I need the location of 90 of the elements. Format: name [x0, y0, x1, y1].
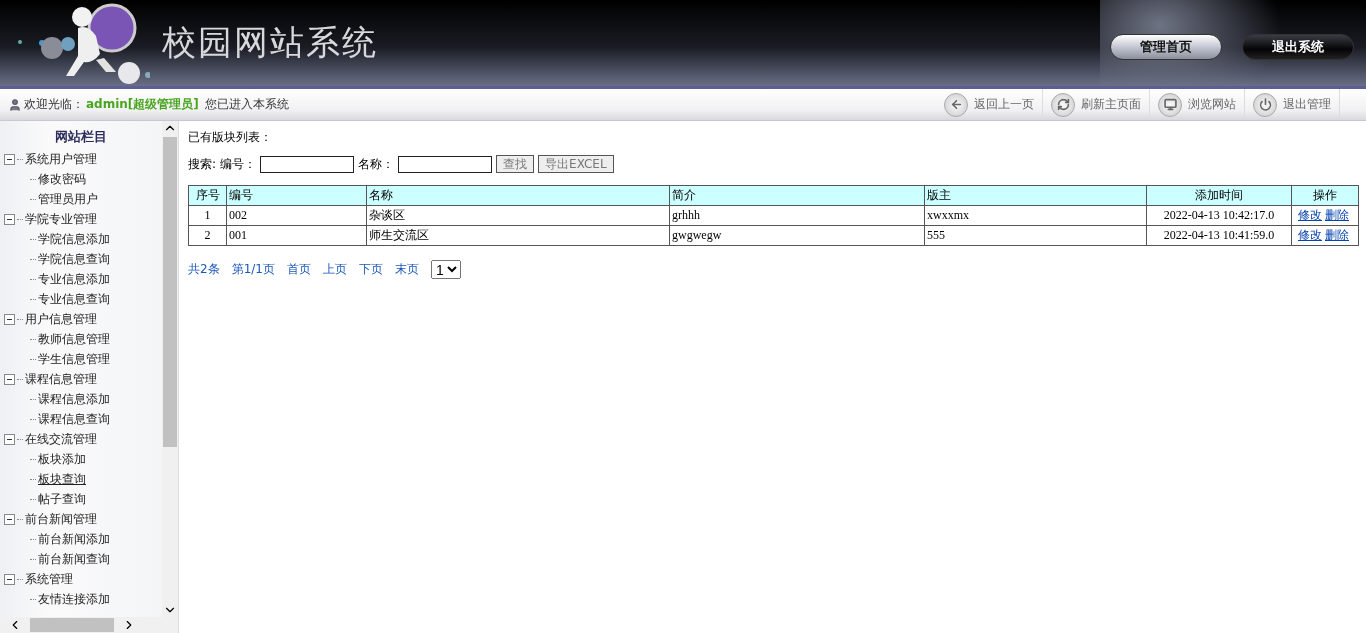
tree-item[interactable]: 管理员用户	[38, 190, 98, 208]
tree-item[interactable]: 前台新闻添加	[38, 530, 110, 548]
welcome-message: 您已进入本系统	[204, 96, 289, 113]
table-cell: grhhh	[669, 205, 925, 226]
welcome-label: 欢迎光临：	[24, 96, 84, 113]
user-icon	[8, 97, 22, 112]
tree-group[interactable]: 前台新闻管理	[0, 509, 162, 529]
table-cell: 1	[188, 205, 227, 226]
edit-link[interactable]: 修改	[1298, 228, 1322, 242]
tree-item[interactable]: 帖子查询	[38, 490, 86, 508]
tree-group[interactable]: 在线交流管理	[0, 429, 162, 449]
column-header: 添加时间	[1146, 185, 1292, 206]
tree-group[interactable]: 用户信息管理	[0, 309, 162, 329]
field-label: 编号：	[220, 155, 257, 173]
table-cell: xwxxmx	[924, 205, 1147, 226]
edit-link[interactable]: 修改	[1298, 208, 1322, 222]
collapse-icon[interactable]	[4, 573, 15, 585]
toolbar-link[interactable]: 退出管理	[1245, 89, 1340, 120]
header-button[interactable]: 管理首页	[1110, 34, 1222, 60]
delete-link[interactable]: 删除	[1325, 208, 1349, 222]
tree-item[interactable]: 教师信息管理	[38, 330, 110, 348]
tree-item[interactable]: 学生信息管理	[38, 350, 110, 368]
column-header: 编号	[226, 185, 367, 206]
column-header: 操作	[1291, 185, 1359, 206]
tree-item[interactable]: 专业信息查询	[38, 290, 110, 308]
toolbar-link[interactable]: 刷新主页面	[1043, 89, 1150, 120]
export-button[interactable]: 导出EXCEL	[538, 155, 614, 173]
group-label: 课程信息管理	[25, 370, 97, 388]
collapse-icon[interactable]	[4, 433, 15, 445]
sidebar-title: 网站栏目	[54, 128, 108, 146]
tree-item[interactable]: 友情连接添加	[38, 590, 110, 608]
tree-item[interactable]: 学院信息查询	[38, 250, 110, 268]
collapse-icon[interactable]	[4, 513, 15, 525]
tree-item[interactable]: 课程信息查询	[38, 410, 110, 428]
pagination-link[interactable]: 末页	[394, 261, 419, 278]
toolbar-link[interactable]: 浏览网站	[1150, 89, 1245, 120]
table-cell: 555	[924, 225, 1147, 246]
refresh-icon	[1051, 92, 1075, 117]
header-button[interactable]: 退出系统	[1242, 34, 1354, 60]
tree-group[interactable]: 学院专业管理	[0, 209, 162, 229]
tree-item[interactable]: 专业信息添加	[38, 270, 110, 288]
search-button[interactable]: 查找	[496, 155, 535, 173]
collapse-icon[interactable]	[4, 153, 15, 165]
table-cell: 001	[226, 225, 367, 246]
table-cell: 002	[226, 205, 367, 226]
group-label: 用户信息管理	[25, 310, 97, 328]
search-field[interactable]	[260, 155, 355, 173]
pagination-link[interactable]: 第1/1页	[231, 261, 275, 278]
group-label: 学院专业管理	[25, 210, 97, 228]
delete-link[interactable]: 删除	[1325, 228, 1349, 242]
tree-item[interactable]: 学院信息添加	[38, 230, 110, 248]
page-select[interactable]: 1	[430, 260, 461, 279]
monitor-icon	[1158, 92, 1182, 117]
tree-item[interactable]: 课程信息添加	[38, 390, 110, 408]
group-label: 系统用户管理	[25, 150, 97, 168]
tree-group[interactable]: 系统用户管理	[0, 149, 162, 169]
tree-item[interactable]: 板块查询	[38, 470, 86, 488]
column-header: 简介	[669, 185, 925, 206]
table-cell: 2	[188, 225, 227, 246]
section-heading: 已有版块列表：	[188, 129, 273, 146]
table-cell: gwgwegw	[669, 225, 925, 246]
group-label: 前台新闻管理	[25, 510, 97, 528]
tree-group[interactable]: 课程信息管理	[0, 369, 162, 389]
tree-group[interactable]: 系统管理	[0, 569, 162, 589]
group-label: 在线交流管理	[25, 430, 97, 448]
pagination-link[interactable]: 下页	[358, 261, 383, 278]
column-header: 序号	[188, 185, 227, 206]
group-label: 系统管理	[25, 570, 73, 588]
search-field[interactable]	[398, 155, 493, 173]
pagination-link[interactable]: 上页	[322, 261, 347, 278]
table-cell: 杂谈区	[366, 205, 670, 226]
collapse-icon[interactable]	[4, 313, 15, 325]
pagination-link[interactable]: 共2条	[188, 261, 220, 278]
table-cell: 2022-04-13 10:42:17.0	[1146, 205, 1292, 226]
pagination-link[interactable]: 首页	[286, 261, 311, 278]
search-label: 搜索:	[188, 155, 217, 173]
toolbar-link[interactable]: 返回上一页	[936, 89, 1043, 120]
table-cell: 2022-04-13 10:41:59.0	[1146, 225, 1292, 246]
user-name: admin[超级管理员]	[86, 96, 199, 113]
tree-item[interactable]: 板块添加	[38, 450, 86, 468]
power-icon	[1253, 92, 1277, 117]
field-label: 名称：	[358, 155, 395, 173]
tree-item[interactable]: 前台新闻查询	[38, 550, 110, 568]
table-cell: 师生交流区	[366, 225, 670, 246]
column-header: 版主	[924, 185, 1147, 206]
tree-item[interactable]: 修改密码	[38, 170, 86, 188]
column-header: 名称	[366, 185, 670, 206]
collapse-icon[interactable]	[4, 213, 15, 225]
site-title: 校园网站系统	[162, 21, 378, 64]
collapse-icon[interactable]	[4, 373, 15, 385]
